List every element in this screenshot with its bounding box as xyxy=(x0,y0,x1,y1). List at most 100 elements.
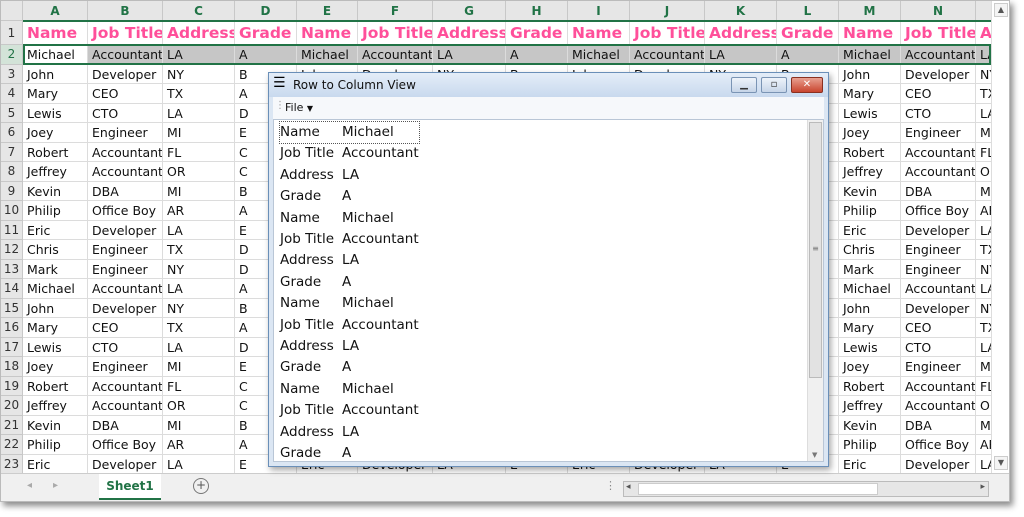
cell-O1[interactable]: Address xyxy=(976,21,991,45)
cell-A6[interactable]: Joey xyxy=(23,123,88,143)
column-header-O[interactable]: O xyxy=(976,1,991,21)
row-header-15[interactable]: 15 xyxy=(1,298,23,318)
cell-C19[interactable]: FL xyxy=(163,376,235,396)
cell-N9[interactable]: DBA xyxy=(901,181,976,201)
cell-B16[interactable]: CEO xyxy=(88,318,163,338)
cell-M3[interactable]: John xyxy=(839,64,901,84)
cell-O23[interactable]: LA xyxy=(976,455,991,474)
list-item[interactable]: Grade A xyxy=(280,272,351,293)
cell-O19[interactable]: FL xyxy=(976,377,991,396)
cell-M4[interactable]: Mary xyxy=(839,84,901,104)
cell-A9[interactable]: Kevin xyxy=(23,181,88,201)
cell-C11[interactable]: LA xyxy=(163,220,235,240)
cell-C17[interactable]: LA xyxy=(163,337,235,357)
cell-B14[interactable]: Accountant xyxy=(88,279,163,299)
list-item[interactable]: Grade A xyxy=(280,443,351,464)
column-header-A[interactable]: A xyxy=(23,1,88,21)
row-header-5[interactable]: 5 xyxy=(1,103,23,123)
cell-M17[interactable]: Lewis xyxy=(839,337,901,357)
cell-C12[interactable]: TX xyxy=(163,240,235,260)
cell-O3[interactable]: NY xyxy=(976,65,991,84)
cell-A22[interactable]: Philip xyxy=(23,435,88,455)
list-item[interactable]: Address LA xyxy=(280,250,359,271)
plus-circle-icon[interactable]: + xyxy=(193,478,209,494)
list-item[interactable]: Address LA xyxy=(280,336,359,357)
cell-M7[interactable]: Robert xyxy=(839,142,901,162)
cell-C4[interactable]: TX xyxy=(163,84,235,104)
tab-sheet1[interactable]: Sheet1 xyxy=(99,474,161,500)
cell-N7[interactable]: Accountant xyxy=(901,142,976,162)
cell-O4[interactable]: TX xyxy=(976,84,991,104)
cell-B1[interactable]: Job Title xyxy=(88,21,163,45)
list-item[interactable]: Address LA xyxy=(280,165,359,186)
cell-N5[interactable]: CTO xyxy=(901,103,976,123)
cell-A20[interactable]: Jeffrey xyxy=(23,396,88,416)
cell-B21[interactable]: DBA xyxy=(88,415,163,435)
vertical-scrollbar[interactable]: ▲ ▼ xyxy=(991,1,1009,473)
cell-J1[interactable]: Job Title xyxy=(630,21,705,45)
cell-B9[interactable]: DBA xyxy=(88,181,163,201)
cell-C16[interactable]: TX xyxy=(163,318,235,338)
cell-O9[interactable]: MI xyxy=(976,182,991,201)
scroll-right-button[interactable]: ▸ xyxy=(980,482,985,492)
cell-N15[interactable]: Developer xyxy=(901,298,976,318)
cell-M23[interactable]: Eric xyxy=(839,454,901,473)
cell-M13[interactable]: Mark xyxy=(839,259,901,279)
list-item[interactable]: Job Title Accountant xyxy=(280,143,419,164)
cell-C15[interactable]: NY xyxy=(163,298,235,318)
cell-A10[interactable]: Philip xyxy=(23,201,88,221)
cell-M14[interactable]: Michael xyxy=(839,279,901,299)
cell-N13[interactable]: Engineer xyxy=(901,259,976,279)
horizontal-scrollbar[interactable]: ◂ ▸ xyxy=(623,481,989,497)
cell-M22[interactable]: Philip xyxy=(839,435,901,455)
cell-A11[interactable]: Eric xyxy=(23,220,88,240)
cell-N11[interactable]: Developer xyxy=(901,220,976,240)
cell-C3[interactable]: NY xyxy=(163,64,235,84)
minimize-button[interactable]: ▁ xyxy=(731,77,757,93)
list-item[interactable]: Name Michael xyxy=(280,208,394,229)
column-header-M[interactable]: M xyxy=(839,1,901,21)
cell-D1[interactable]: Grade xyxy=(235,21,297,45)
column-header-D[interactable]: D xyxy=(235,1,297,21)
column-header-F[interactable]: F xyxy=(358,1,433,21)
dialog-vertical-scrollbar[interactable]: ≡ ▼ xyxy=(807,120,823,461)
list-item[interactable]: Grade A xyxy=(280,186,351,207)
cell-A13[interactable]: Mark xyxy=(23,259,88,279)
row-header-20[interactable]: 20 xyxy=(1,396,23,416)
cell-B7[interactable]: Accountant xyxy=(88,142,163,162)
cell-M1[interactable]: Name xyxy=(839,21,901,45)
list-item[interactable]: Name Michael xyxy=(279,121,420,144)
file-menu[interactable]: File ▼ xyxy=(285,101,313,114)
cell-O22[interactable]: AR xyxy=(976,435,991,455)
cell-M19[interactable]: Robert xyxy=(839,376,901,396)
cell-C5[interactable]: LA xyxy=(163,103,235,123)
column-header-G[interactable]: G xyxy=(433,1,506,21)
cell-H1[interactable]: Grade xyxy=(506,21,568,45)
cell-O6[interactable]: MI xyxy=(976,123,991,143)
cell-N1[interactable]: Job Title xyxy=(901,21,976,45)
row-header-14[interactable]: 14 xyxy=(1,279,23,299)
tab-scroll-left-icon[interactable]: ◂ xyxy=(27,480,32,491)
cell-O7[interactable]: FL xyxy=(976,143,991,162)
cell-A5[interactable]: Lewis xyxy=(23,103,88,123)
cell-B3[interactable]: Developer xyxy=(88,64,163,84)
cell-M8[interactable]: Jeffrey xyxy=(839,162,901,182)
cell-C20[interactable]: OR xyxy=(163,396,235,416)
row-header-12[interactable]: 12 xyxy=(1,240,23,260)
row-header-7[interactable]: 7 xyxy=(1,142,23,162)
cell-M12[interactable]: Chris xyxy=(839,240,901,260)
cell-O21[interactable]: MI xyxy=(976,416,991,435)
cell-B17[interactable]: CTO xyxy=(88,337,163,357)
cell-N14[interactable]: Accountant xyxy=(901,279,976,299)
cell-A17[interactable]: Lewis xyxy=(23,337,88,357)
cell-B4[interactable]: CEO xyxy=(88,84,163,104)
row-header-11[interactable]: 11 xyxy=(1,220,23,240)
row-header-21[interactable]: 21 xyxy=(1,415,23,435)
cell-A3[interactable]: John xyxy=(23,64,88,84)
row-header-19[interactable]: 19 xyxy=(1,376,23,396)
cell-C14[interactable]: LA xyxy=(163,279,235,299)
column-header-H[interactable]: H xyxy=(506,1,568,21)
splitter-handle[interactable]: ⋮ xyxy=(605,479,616,492)
cell-C22[interactable]: AR xyxy=(163,435,235,455)
cell-A7[interactable]: Robert xyxy=(23,142,88,162)
